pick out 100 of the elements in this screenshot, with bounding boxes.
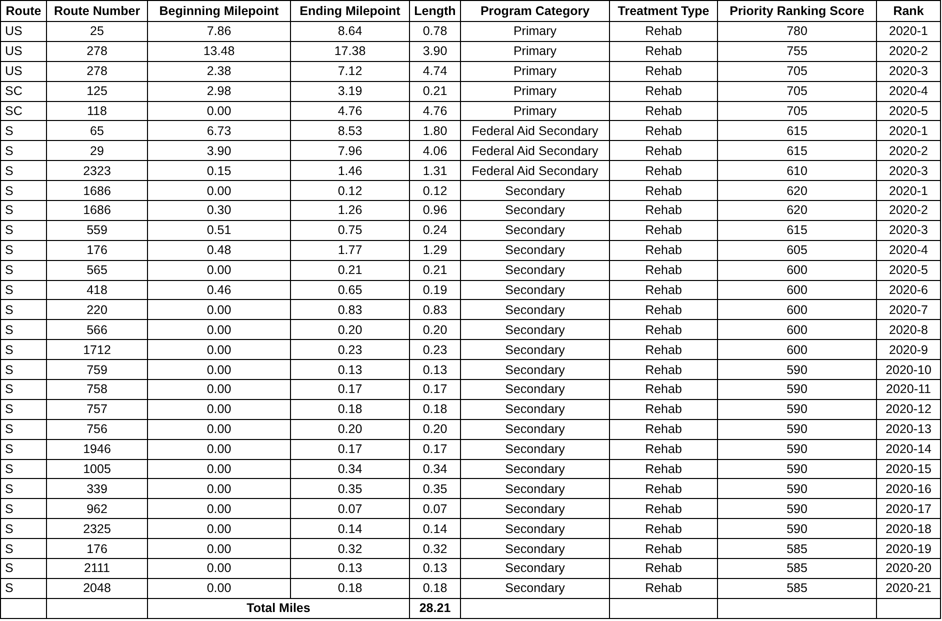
- table-cell: 25: [46, 22, 148, 42]
- table-cell: Secondary: [460, 240, 610, 260]
- table-cell: Federal Aid Secondary: [460, 140, 610, 161]
- table-cell: 0.35: [410, 478, 460, 499]
- table-cell: S: [0, 478, 46, 499]
- table-cell: 1.31: [410, 160, 460, 181]
- table-cell: 418: [46, 280, 148, 300]
- table-cell: 755: [718, 41, 876, 62]
- table-cell: 0.19: [410, 280, 460, 300]
- table-cell: 615: [718, 140, 876, 161]
- table-cell: 0.00: [148, 498, 290, 519]
- total-value: 28.21: [410, 598, 460, 618]
- table-cell: 2020-6: [876, 280, 940, 300]
- table-cell: Rehab: [610, 81, 718, 102]
- table-cell: S: [0, 300, 46, 320]
- table-cell: 0.21: [410, 81, 460, 102]
- table-cell: 2020-10: [876, 360, 940, 380]
- table-cell: 0.48: [148, 240, 290, 260]
- table-cell: 8.64: [290, 22, 410, 42]
- table-cell: Rehab: [610, 260, 718, 280]
- table-cell: 29: [46, 140, 148, 161]
- table-cell: 0.65: [290, 280, 410, 300]
- table-cell: 2020-2: [876, 41, 940, 62]
- table-cell: 176: [46, 538, 148, 559]
- table-cell: Secondary: [460, 180, 610, 201]
- table-cell: Rehab: [610, 578, 718, 598]
- table-cell: Secondary: [460, 459, 610, 479]
- table-cell: Primary: [460, 22, 610, 42]
- table-cell: Federal Aid Secondary: [460, 120, 610, 141]
- table-cell: 220: [46, 300, 148, 320]
- table-cell: Secondary: [460, 220, 610, 240]
- table-cell: 0.13: [410, 360, 460, 380]
- table-cell: SC: [0, 101, 46, 121]
- table-cell: 0.83: [290, 300, 410, 320]
- table-cell: S: [0, 419, 46, 440]
- column-header: Program Category: [460, 0, 610, 22]
- table-cell: 4.74: [410, 61, 460, 82]
- table-cell: 590: [718, 360, 876, 380]
- table-cell: 118: [46, 101, 148, 121]
- table-cell: 2325: [46, 518, 148, 539]
- table-cell: Secondary: [460, 538, 610, 559]
- table-cell: Secondary: [460, 399, 610, 420]
- table-cell: S: [0, 340, 46, 360]
- table-cell: 590: [718, 518, 876, 539]
- table-cell: 0.00: [148, 459, 290, 479]
- table-cell: Primary: [460, 81, 610, 102]
- table-cell: 2020-4: [876, 240, 940, 260]
- table-cell: 0.21: [290, 260, 410, 280]
- table-cell: 2020-18: [876, 518, 940, 539]
- table-cell: 2020-11: [876, 380, 940, 400]
- table-cell: 2020-9: [876, 340, 940, 360]
- table-cell: Rehab: [610, 140, 718, 161]
- table-cell: Rehab: [610, 300, 718, 320]
- table-cell: SC: [0, 81, 46, 102]
- table-cell: 0.18: [290, 578, 410, 598]
- table-cell: 600: [718, 300, 876, 320]
- table-cell: S: [0, 439, 46, 460]
- table-cell: 0.24: [410, 220, 460, 240]
- table-cell: 0.00: [148, 478, 290, 499]
- table-cell: 1712: [46, 340, 148, 360]
- table-cell: 566: [46, 320, 148, 340]
- table-cell: 605: [718, 240, 876, 260]
- table-cell: 6.73: [148, 120, 290, 141]
- table-cell: 0.00: [148, 538, 290, 559]
- table-cell: S: [0, 498, 46, 519]
- table-cell: 0.00: [148, 180, 290, 201]
- table-cell: 17.38: [290, 41, 410, 62]
- table-cell: S: [0, 220, 46, 240]
- table-cell: 2020-3: [876, 220, 940, 240]
- table-cell: 1005: [46, 459, 148, 479]
- table-cell: S: [0, 280, 46, 300]
- total-label: Total Miles: [148, 598, 410, 618]
- table-cell: 2020-1: [876, 22, 940, 42]
- table-cell: Rehab: [610, 340, 718, 360]
- table-cell: Rehab: [610, 101, 718, 121]
- table-cell: US: [0, 41, 46, 62]
- table-cell: S: [0, 518, 46, 539]
- table-cell: 0.23: [410, 340, 460, 360]
- table-cell: Primary: [460, 61, 610, 82]
- table-cell: Rehab: [610, 439, 718, 460]
- table-cell: 2.98: [148, 81, 290, 102]
- table-cell: 0.00: [148, 320, 290, 340]
- table-cell: Secondary: [460, 578, 610, 598]
- table-cell: 0.32: [290, 538, 410, 559]
- table-cell: 0.14: [290, 518, 410, 539]
- table-cell: Primary: [460, 41, 610, 62]
- table-cell: 7.12: [290, 61, 410, 82]
- table-cell: 590: [718, 478, 876, 499]
- table-cell: 3.90: [148, 140, 290, 161]
- table-cell: 7.86: [148, 22, 290, 42]
- table-cell: 0.17: [290, 380, 410, 400]
- table-cell: 2020-19: [876, 538, 940, 559]
- table-cell: Federal Aid Secondary: [460, 160, 610, 181]
- table-cell: 0.00: [148, 340, 290, 360]
- column-header: Beginning Milepoint: [148, 0, 290, 22]
- table-cell: 0.46: [148, 280, 290, 300]
- table-cell: Secondary: [460, 518, 610, 539]
- table-cell: S: [0, 120, 46, 141]
- table-cell: 2020-15: [876, 459, 940, 479]
- table-cell: Rehab: [610, 120, 718, 141]
